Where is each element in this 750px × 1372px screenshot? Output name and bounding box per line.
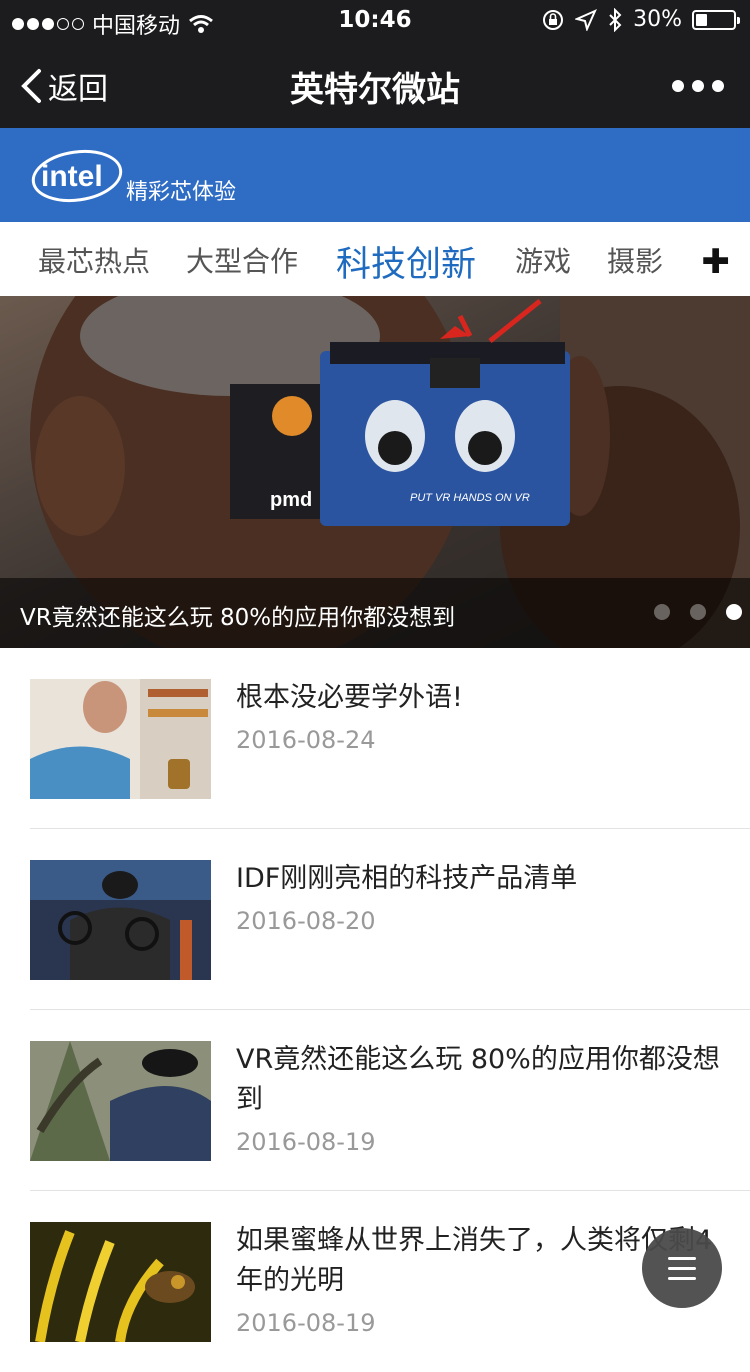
carousel-dot-active[interactable] bbox=[726, 604, 742, 620]
list-item[interactable]: 如果蜜蜂从世界上消失了，人类将仅剩4年的光明 2016-08-19 bbox=[0, 1191, 750, 1372]
article-list: 根本没必要学外语! 2016-08-24 IDF刚刚亮相的科技产品清单 2016… bbox=[0, 648, 750, 1372]
cardboard-slogan: PUT VR HANDS ON VR bbox=[410, 492, 530, 504]
nav-bar: 返回 英特尔微站 bbox=[0, 42, 750, 128]
article-date: 2016-08-19 bbox=[236, 1128, 376, 1156]
tab-games[interactable]: 游戏 bbox=[515, 240, 571, 280]
cardboard-label: pmd bbox=[270, 489, 312, 511]
carousel-dot[interactable] bbox=[654, 604, 670, 620]
carousel-indicator bbox=[654, 604, 742, 620]
brand-banner: intel 精彩芯体验 bbox=[0, 128, 750, 222]
tab-hot[interactable]: 最芯热点 bbox=[38, 240, 150, 280]
menu-icon[interactable] bbox=[642, 1228, 722, 1308]
article-title: IDF刚刚亮相的科技产品清单 bbox=[236, 863, 578, 894]
battery-percent: 30% bbox=[633, 7, 682, 32]
article-date: 2016-08-19 bbox=[236, 1309, 376, 1337]
article-thumbnail bbox=[30, 1222, 211, 1342]
tab-photography[interactable]: 摄影 bbox=[607, 240, 663, 280]
category-tabs: 最芯热点 大型合作 科技创新 游戏 摄影 ✚ bbox=[0, 222, 750, 297]
hero-caption-bar: VR竟然还能这么玩 80%的应用你都没想到 bbox=[0, 578, 750, 648]
list-item[interactable]: IDF刚刚亮相的科技产品清单 2016-08-20 bbox=[0, 829, 750, 1010]
list-item[interactable]: VR竟然还能这么玩 80%的应用你都没想到 2016-08-19 bbox=[0, 1010, 750, 1191]
article-thumbnail bbox=[30, 1041, 211, 1161]
list-item[interactable]: 根本没必要学外语! 2016-08-24 bbox=[0, 648, 750, 829]
article-thumbnail bbox=[30, 679, 211, 799]
article-thumbnail bbox=[30, 860, 211, 980]
article-date: 2016-08-24 bbox=[236, 726, 376, 754]
more-dots-icon[interactable] bbox=[672, 80, 724, 92]
intel-logo-text: intel bbox=[41, 160, 103, 193]
hero-caption: VR竟然还能这么玩 80%的应用你都没想到 bbox=[20, 605, 456, 631]
article-title: VR竟然还能这么玩 80%的应用你都没想到 bbox=[236, 1044, 720, 1115]
article-date: 2016-08-20 bbox=[236, 907, 376, 935]
hero-carousel[interactable]: pmd PUT VR HANDS ON VR VR竟然还能这么玩 80%的应用你… bbox=[0, 296, 750, 648]
status-right: 30% bbox=[541, 7, 740, 32]
carousel-dot[interactable] bbox=[690, 604, 706, 620]
intel-logo: intel bbox=[31, 149, 123, 203]
bluetooth-icon bbox=[609, 7, 622, 32]
page-title: 英特尔微站 bbox=[290, 70, 460, 110]
battery-icon bbox=[692, 9, 740, 30]
article-title: 根本没必要学外语! bbox=[236, 682, 463, 713]
add-tab-icon[interactable]: ✚ bbox=[702, 242, 731, 282]
tab-tech-innovation[interactable]: 科技创新 bbox=[336, 236, 476, 287]
rotation-lock-icon bbox=[543, 9, 564, 30]
tab-partnership[interactable]: 大型合作 bbox=[186, 240, 298, 280]
brand-slogan: 精彩芯体验 bbox=[126, 180, 237, 205]
location-arrow-icon bbox=[575, 8, 598, 31]
status-bar: 中国移动 10:46 30% bbox=[0, 0, 750, 42]
